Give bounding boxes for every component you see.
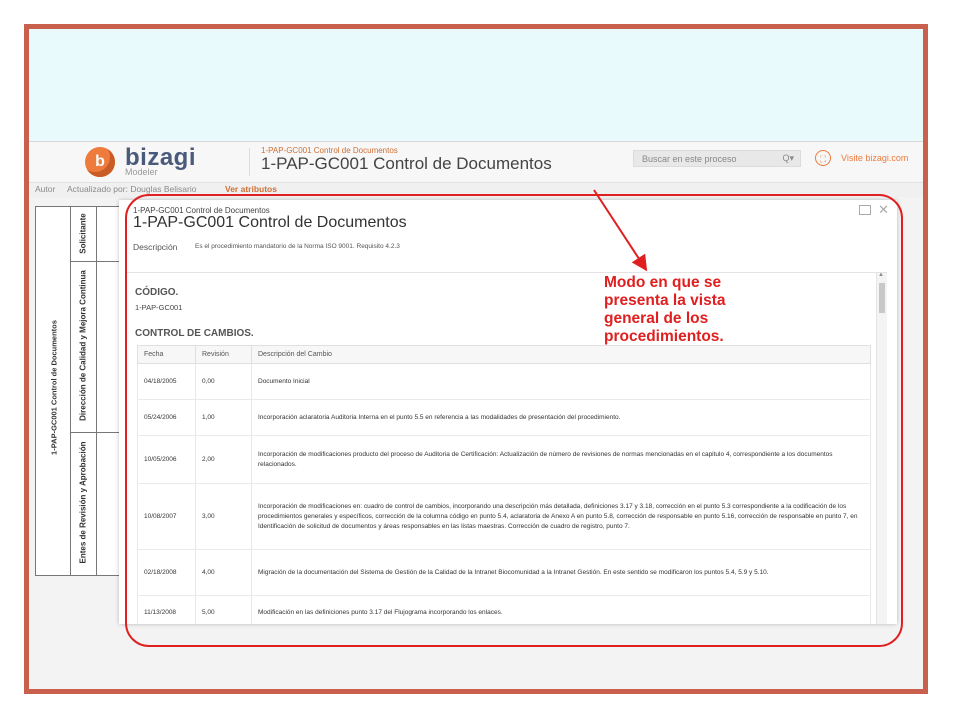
annotation-arrow xyxy=(593,189,648,272)
annotation-text: Modo en que se presenta la vista general… xyxy=(604,274,726,345)
